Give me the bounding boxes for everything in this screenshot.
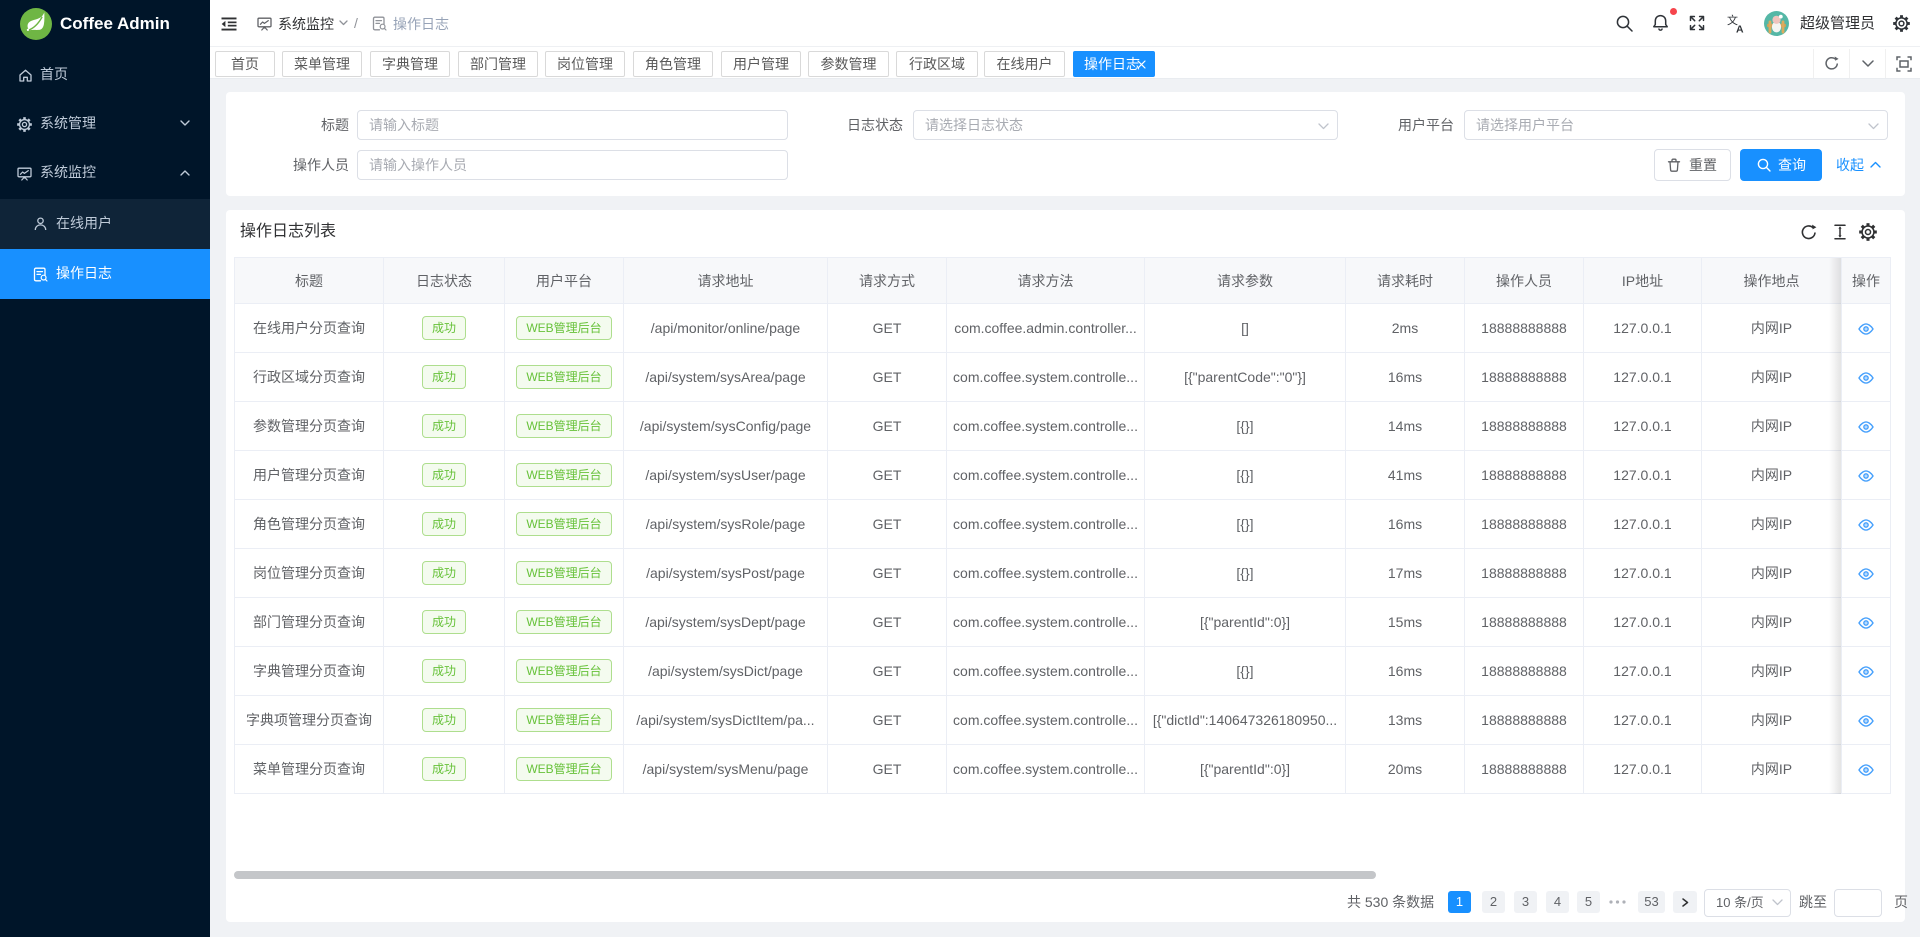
svg-text:A: A	[1736, 24, 1744, 34]
